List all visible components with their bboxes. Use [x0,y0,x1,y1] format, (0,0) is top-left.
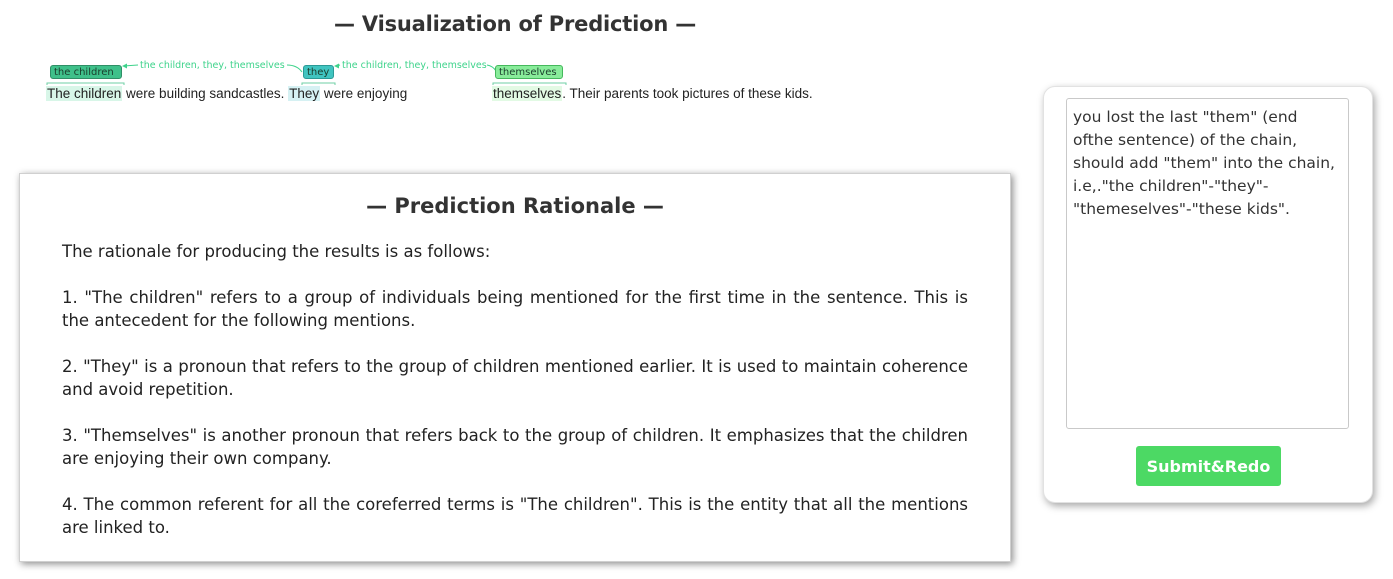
rationale-paragraph: 2. "They" is a pronoun that refers to th… [62,357,968,399]
chain-label: the children, they, themselves [140,60,285,71]
submit-redo-button[interactable]: Submit&Redo [1136,446,1281,486]
feedback-panel: you lost the last "them" (end ofthe sent… [1043,86,1373,503]
sentence-text: were enjoying [320,86,408,101]
rationale-body: The rationale for producing the results … [62,240,968,562]
rationale-paragraph: 1. "The children" refers to a group of i… [62,288,968,330]
mention-tag-themselves[interactable]: themselves [495,65,563,79]
mention-themselves[interactable]: themselves [492,86,563,101]
rationale-paragraph: 3. "Themselves" is another pronoun that … [62,426,968,468]
visualization-title: — Visualization of Prediction — [334,12,696,36]
mention-they[interactable]: They [288,86,321,101]
mention-tag-the-children[interactable]: the children [50,65,122,79]
sentence-text: were building sandcastles. [122,86,289,101]
coreference-visualization: the children the children, they, themsel… [0,55,1000,115]
rationale-title: — Prediction Rationale — [366,194,664,218]
rationale-paragraph: 4. The common referent for all the coref… [62,495,968,537]
mention-the-children[interactable]: The children [46,86,123,101]
sentence-part-2: themselves. Their parents took pictures … [492,86,813,101]
rationale-paragraph: The rationale for producing the results … [62,242,491,261]
feedback-textarea[interactable]: you lost the last "them" (end ofthe sent… [1066,98,1349,429]
chain-label: the children, they, themselves [342,60,487,71]
sentence-part-1: The children were building sandcastles. … [46,86,407,101]
sentence-text: . Their parents took pictures of these k… [562,86,813,101]
rationale-panel: — Prediction Rationale — The rationale f… [19,173,1011,562]
mention-tag-they[interactable]: they [303,65,334,79]
